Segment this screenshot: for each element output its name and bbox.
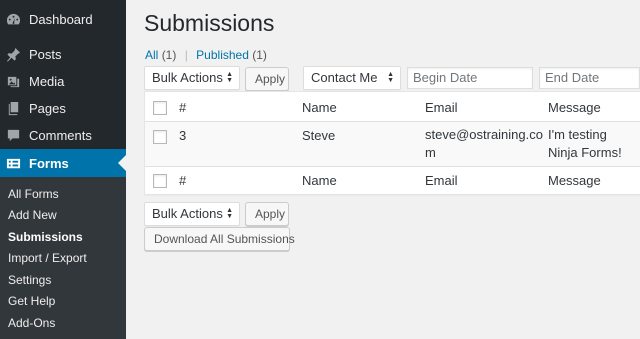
submissions-table: # Name Email Message 3 Steve steve@ostra… [144, 91, 640, 195]
submenu-settings[interactable]: Settings [8, 273, 51, 287]
cell-message: I'm testing Ninja Forms! [548, 127, 622, 160]
select-arrows-icon: ▲ ▼ [226, 207, 233, 220]
footer-email[interactable]: Email [425, 173, 458, 188]
table-footer-row: # Name Email Message [145, 166, 640, 195]
header-name[interactable]: Name [302, 100, 337, 115]
menu-item-label: Comments [29, 128, 92, 143]
menu-item-dashboard[interactable]: Dashboard [0, 6, 126, 33]
select-arrows-icon: ▲ ▼ [226, 71, 233, 84]
views-separator: | [184, 48, 188, 62]
table-row: 3 Steve steve@ostraining.com I'm testing… [145, 122, 640, 166]
download-all-submissions-button[interactable]: Download All Submissions [144, 227, 295, 251]
menu-item-media[interactable]: Media [0, 68, 126, 95]
submenu-import-export[interactable]: Import / Export [8, 251, 87, 265]
view-published-count: (1) [252, 48, 267, 62]
end-date-input[interactable]: End Date [539, 67, 640, 89]
admin-sidebar: Dashboard Posts Media Pages Comments For… [0, 0, 126, 339]
select-arrows-icon: ▲ ▼ [387, 71, 394, 84]
header-message[interactable]: Message [548, 100, 601, 115]
media-icon [5, 74, 21, 90]
header-id[interactable]: # [179, 100, 186, 115]
select-all-checkbox-footer[interactable] [153, 174, 167, 188]
menu-item-label: Dashboard [29, 12, 93, 27]
submenu-add-new[interactable]: Add New [8, 208, 57, 222]
form-filter-select[interactable]: Contact Me ▲ ▼ [303, 66, 401, 90]
row-checkbox[interactable] [153, 130, 167, 144]
cell-email: steve@ostraining.com [425, 127, 543, 160]
menu-item-pages[interactable]: Pages [0, 95, 126, 122]
view-all-count: (1) [161, 48, 177, 62]
select-all-checkbox[interactable] [153, 101, 167, 115]
pages-icon [5, 101, 21, 117]
apply-button-bottom[interactable]: Apply [245, 202, 289, 226]
footer-name[interactable]: Name [302, 173, 337, 188]
header-email[interactable]: Email [425, 100, 458, 115]
dashboard-icon [5, 12, 21, 28]
begin-date-input[interactable]: Begin Date [407, 67, 533, 89]
submenu-submissions[interactable]: Submissions [8, 230, 83, 244]
forms-submenu: All Forms Add New Submissions Import / E… [0, 177, 126, 339]
submenu-add-ons[interactable]: Add-Ons [8, 316, 55, 330]
menu-item-label: Posts [29, 47, 62, 62]
menu-item-posts[interactable]: Posts [0, 41, 126, 68]
page-title: Submissions [144, 10, 275, 36]
menu-item-label: Forms [29, 155, 69, 171]
submenu-get-help[interactable]: Get Help [8, 294, 55, 308]
bulk-actions-select-top[interactable]: Bulk Actions ▲ ▼ [144, 66, 240, 90]
menu-item-comments[interactable]: Comments [0, 122, 126, 149]
cell-id: 3 [179, 128, 187, 143]
view-published-link[interactable]: Published [196, 48, 249, 62]
menu-item-label: Pages [29, 101, 66, 116]
cell-name: Steve [302, 128, 336, 143]
apply-button-top[interactable]: Apply [245, 67, 289, 91]
pin-icon [5, 47, 21, 63]
comment-icon [5, 128, 21, 144]
status-views: All (1) | Published (1) [145, 48, 267, 62]
footer-id[interactable]: # [179, 173, 186, 188]
menu-item-label: Media [29, 74, 65, 89]
menu-item-forms[interactable]: Forms [0, 149, 126, 177]
bulk-actions-select-bottom[interactable]: Bulk Actions ▲ ▼ [144, 202, 240, 226]
footer-message[interactable]: Message [548, 173, 601, 188]
table-header-row: # Name Email Message [145, 92, 640, 122]
forms-icon [5, 155, 21, 171]
current-menu-arrow [118, 155, 126, 171]
submenu-all-forms[interactable]: All Forms [8, 187, 59, 201]
view-all-link[interactable]: All [145, 48, 158, 62]
